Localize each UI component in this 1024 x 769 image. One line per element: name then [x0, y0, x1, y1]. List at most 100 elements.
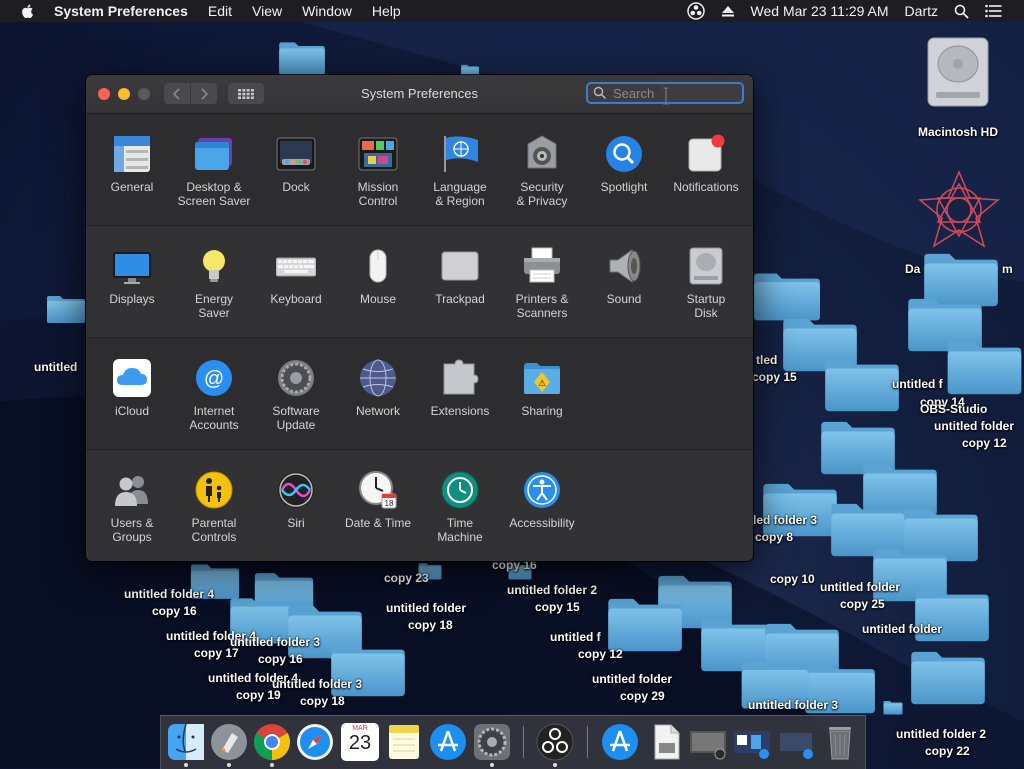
pref-language-region[interactable]: Language & Region	[419, 114, 501, 214]
pref-label: Users & Groups	[110, 516, 154, 544]
prefs-row-3: iCloud @ Internet Accounts Software Upda…	[86, 337, 753, 449]
minimized-window-icon[interactable]	[689, 723, 727, 761]
notification-center-icon[interactable]	[985, 4, 1002, 18]
desktop-label: untitled folder	[934, 419, 1014, 433]
desktop-folder[interactable]	[945, 338, 1024, 396]
minimized-window-icon[interactable]	[777, 723, 815, 761]
edit-menu[interactable]: Edit	[208, 3, 232, 19]
pref-mission-control[interactable]: Mission Control	[337, 114, 419, 214]
desktop-folder[interactable]	[908, 648, 988, 706]
document-icon[interactable]	[647, 723, 685, 761]
desktop-folder[interactable]	[860, 700, 926, 715]
trackpad-icon	[441, 251, 479, 281]
pref-label: Trackpad	[435, 292, 485, 306]
pref-trackpad[interactable]: Trackpad	[419, 226, 501, 326]
trash-icon[interactable]	[821, 723, 859, 761]
desktop-label: untitled folder 3	[230, 635, 320, 649]
running-indicator	[553, 763, 557, 767]
pref-accessibility[interactable]: Accessibility	[501, 450, 583, 550]
window-titlebar[interactable]: System Preferences	[86, 75, 753, 114]
mission-control-icon	[358, 137, 398, 171]
view-menu[interactable]: View	[252, 3, 282, 19]
pref-security-privacy[interactable]: Security & Privacy	[501, 114, 583, 214]
svg-text:@: @	[204, 368, 224, 390]
running-indicator	[490, 763, 494, 767]
pref-printers-scanners[interactable]: Printers & Scanners	[501, 226, 583, 326]
pref-label: Spotlight	[600, 180, 648, 194]
pref-date-time[interactable]: 18 Date & Time	[337, 450, 419, 550]
pref-siri[interactable]: Siri	[255, 450, 337, 550]
finder-icon[interactable]	[167, 723, 205, 761]
printers-scanners-icon	[524, 247, 560, 283]
spotlight-search-icon[interactable]	[954, 4, 969, 19]
menubar-clock[interactable]: Wed Mar 23 11:29 AM	[751, 3, 889, 19]
desktop-label: copy 23	[384, 571, 429, 585]
desktop-folder[interactable]	[46, 278, 86, 340]
extensions-icon	[443, 359, 479, 395]
minimized-window-icon[interactable]	[733, 723, 771, 761]
users-groups-icon	[115, 476, 148, 506]
macintosh-hd-icon[interactable]	[922, 34, 994, 110]
pref-sound[interactable]: Sound	[583, 226, 665, 326]
pref-parental-controls[interactable]: Parental Controls	[173, 450, 255, 550]
desktop-label: copy 10	[770, 572, 815, 586]
pref-extensions[interactable]: Extensions	[419, 338, 501, 438]
pref-startup-disk[interactable]: Startup Disk	[665, 226, 747, 326]
prefs-row-1: General Desktop & Screen Saver Dock Miss…	[86, 114, 753, 225]
pref-displays[interactable]: Displays	[91, 226, 173, 326]
pref-label: Date & Time	[344, 516, 412, 530]
pref-general[interactable]: General	[91, 114, 173, 214]
desktop-label: untitled	[34, 360, 78, 374]
desktop-folder[interactable]	[605, 595, 685, 653]
apple-menu-icon[interactable]	[20, 3, 36, 19]
notes-icon[interactable]	[385, 723, 423, 761]
pref-sharing[interactable]: ⚠ Sharing	[501, 338, 583, 438]
obs-icon[interactable]	[536, 723, 574, 761]
pref-time-machine[interactable]: Time Machine	[419, 450, 501, 550]
desktop-label: untitled f	[892, 377, 943, 391]
prefs-row-4: Users & Groups Parental Controls Siri 18…	[86, 449, 753, 561]
pref-energy-saver[interactable]: Energy Saver	[173, 226, 255, 326]
obs-status-icon[interactable]	[686, 2, 705, 20]
energy-saver-icon	[203, 250, 225, 282]
pref-dock[interactable]: Dock	[255, 114, 337, 214]
software-update-icon	[278, 360, 314, 396]
desktop-label: copy 25	[840, 597, 885, 611]
pref-label: Accessibility	[509, 516, 575, 530]
pref-label: Sharing	[521, 404, 563, 418]
pref-desktop-screen-saver[interactable]: Desktop & Screen Saver	[173, 114, 255, 214]
eject-icon[interactable]	[721, 4, 735, 18]
system-preferences-icon[interactable]	[473, 723, 511, 761]
pref-network[interactable]: Network	[337, 338, 419, 438]
language-region-icon	[444, 136, 478, 172]
search-input[interactable]	[611, 84, 735, 102]
app-store-icon[interactable]	[429, 723, 467, 761]
desktop-label: tled	[756, 353, 778, 367]
calendar-app[interactable]: MAR 23	[341, 723, 379, 761]
pref-icloud[interactable]: iCloud	[91, 338, 173, 438]
desktop-folder[interactable]	[822, 355, 902, 413]
window-menu[interactable]: Window	[302, 3, 352, 19]
chrome-icon[interactable]	[253, 723, 291, 761]
app-menu[interactable]: System Preferences	[54, 3, 188, 19]
pref-internet-accounts[interactable]: @ Internet Accounts	[173, 338, 255, 438]
text-cursor-icon	[663, 87, 669, 105]
pref-users-groups[interactable]: Users & Groups	[91, 450, 173, 550]
sharing-icon: ⚠	[524, 363, 560, 394]
app-store-downloads-icon[interactable]	[601, 723, 639, 761]
pref-spotlight[interactable]: Spotlight	[583, 114, 665, 214]
desktop-label: copy 29	[620, 689, 665, 703]
pref-notifications[interactable]: Notifications	[665, 114, 747, 214]
pref-mouse[interactable]: Mouse	[337, 226, 419, 326]
desktop-label: Da	[905, 262, 921, 276]
launchpad-icon[interactable]	[210, 723, 248, 761]
help-menu[interactable]: Help	[372, 3, 401, 19]
menubar-user[interactable]: Dartz	[905, 3, 938, 19]
svg-text:18: 18	[385, 499, 394, 508]
desktop-folder[interactable]	[262, 40, 342, 76]
safari-icon[interactable]	[296, 723, 334, 761]
dock-icon	[276, 137, 316, 171]
pref-keyboard[interactable]: Keyboard	[255, 226, 337, 326]
app-star-icon[interactable]	[918, 170, 1000, 250]
pref-software-update[interactable]: Software Update	[255, 338, 337, 438]
